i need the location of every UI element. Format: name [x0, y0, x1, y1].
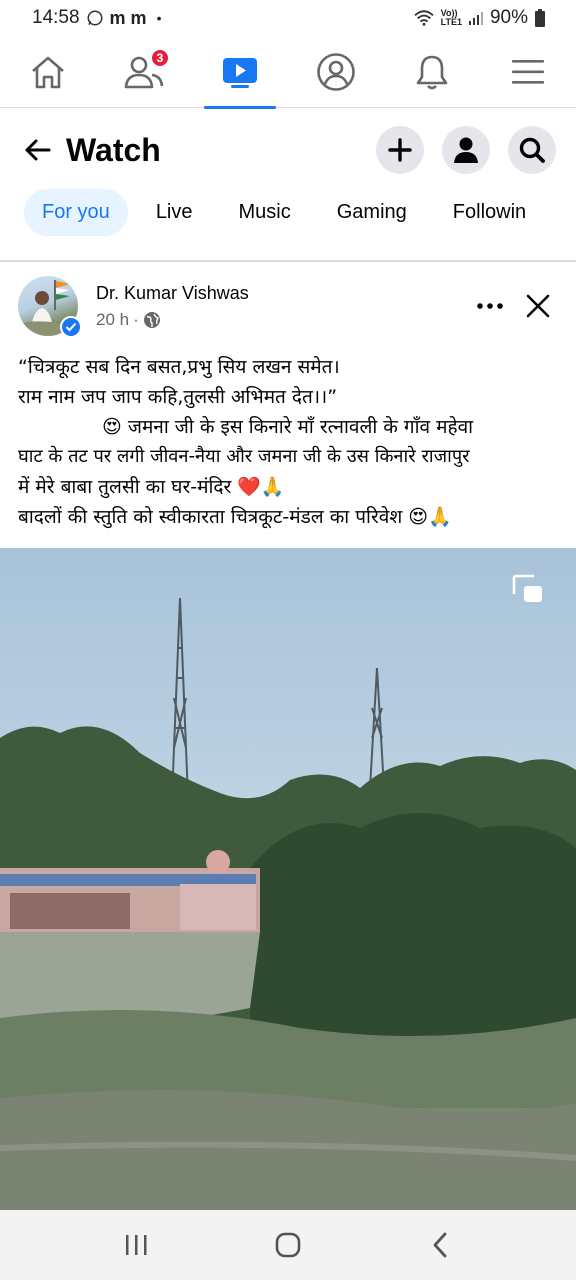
nav-menu[interactable]	[488, 36, 568, 108]
recent-apps-icon	[126, 1235, 147, 1255]
search-button[interactable]	[508, 126, 556, 174]
profile-icon	[317, 52, 355, 91]
home-icon	[32, 56, 64, 88]
globe-icon	[143, 311, 160, 328]
notification-badge: 3	[150, 47, 170, 68]
post-line: घाट के तट पर लगी जीवन-नैया और जमना जी के…	[18, 446, 470, 467]
plus-icon	[388, 138, 412, 162]
status-bar: 14:58 m m • Vo)) LTE1 90%	[0, 0, 576, 36]
bell-icon	[416, 55, 448, 89]
post-line: 😍 जमना जी के इस किनारे माँ रत्नावली के ग…	[102, 416, 474, 438]
post-line: “चित्रकूट सब दिन बसत,प्रभु सिय लखन समेत।	[18, 356, 340, 378]
post-line: बादलों की स्तुति को स्वीकारता चित्रकूट-म…	[18, 506, 452, 528]
status-left: 14:58 m m •	[32, 7, 161, 29]
author-name[interactable]: Dr. Kumar Vishwas	[96, 283, 470, 304]
chevron-left-icon	[433, 1232, 447, 1258]
menu-icon	[512, 59, 544, 84]
post-time-row: 20 h ·	[96, 310, 470, 330]
nav-profile[interactable]	[296, 36, 376, 108]
add-button[interactable]	[376, 126, 424, 174]
more-options-button[interactable]	[470, 286, 510, 326]
network-label-bottom: LTE1	[440, 17, 462, 27]
status-time: 14:58	[32, 7, 80, 28]
network-type: Vo)) LTE1	[441, 9, 462, 27]
tab-music[interactable]: Music	[221, 189, 309, 236]
hide-post-button[interactable]	[518, 286, 558, 326]
whatsapp-icon	[86, 9, 104, 27]
arrow-left-icon	[25, 139, 51, 161]
post-meta: Dr. Kumar Vishwas 20 h ·	[96, 283, 470, 330]
person-icon	[454, 137, 478, 163]
back-button[interactable]	[20, 133, 54, 167]
verified-badge-icon	[60, 316, 82, 338]
page-title: Watch	[66, 131, 161, 168]
back-system-button[interactable]	[410, 1220, 470, 1270]
signal-icon	[468, 10, 484, 26]
post-header: Dr. Kumar Vishwas 20 h ·	[0, 266, 576, 346]
recent-apps-button[interactable]	[106, 1220, 166, 1270]
top-navigation: 3	[0, 36, 576, 109]
tab-gaming[interactable]: Gaming	[319, 189, 425, 236]
battery-percent: 90%	[489, 7, 528, 28]
nav-watch[interactable]	[200, 36, 280, 109]
more-horizontal-icon	[477, 303, 503, 309]
watch-header: Watch	[0, 110, 576, 190]
status-dot: •	[156, 10, 162, 26]
nav-home[interactable]	[8, 36, 88, 108]
watch-icon	[223, 57, 257, 88]
battery-icon	[534, 9, 546, 27]
profile-button[interactable]	[442, 126, 490, 174]
wifi-icon	[413, 9, 435, 27]
post-time[interactable]: 20 h	[96, 310, 129, 330]
carrier-icons: m m	[109, 7, 147, 28]
meta-separator: ·	[133, 309, 139, 329]
nav-notifications[interactable]	[392, 36, 472, 108]
tab-following[interactable]: Followin	[435, 189, 544, 236]
post-text: “चित्रकूट सब दिन बसत,प्रभु सिय लखन समेत।…	[18, 352, 563, 532]
picture-in-picture-icon	[512, 574, 542, 602]
search-icon	[519, 137, 545, 163]
post-line: राम नाम जप जाप कहि,तुलसी अभिमत देत।।”	[18, 386, 338, 408]
avatar[interactable]	[18, 276, 82, 338]
watch-tabs: For you Live Music Gaming Followin	[0, 186, 576, 238]
tab-live[interactable]: Live	[138, 189, 211, 236]
nav-friends[interactable]: 3	[104, 36, 184, 108]
close-icon	[526, 294, 550, 318]
post-line: में मेरे बाबा तुलसी का घर-मंदिर ❤️🙏	[18, 476, 285, 498]
home-circle-icon	[275, 1232, 301, 1258]
status-right: Vo)) LTE1 90%	[413, 7, 546, 29]
video-player[interactable]	[0, 548, 576, 1210]
picture-in-picture-button[interactable]	[510, 572, 544, 606]
tab-for-you[interactable]: For you	[24, 188, 128, 236]
system-navigation-bar	[0, 1210, 576, 1280]
home-button[interactable]	[258, 1220, 318, 1270]
video-frame	[0, 597, 576, 1210]
section-divider	[0, 260, 576, 262]
